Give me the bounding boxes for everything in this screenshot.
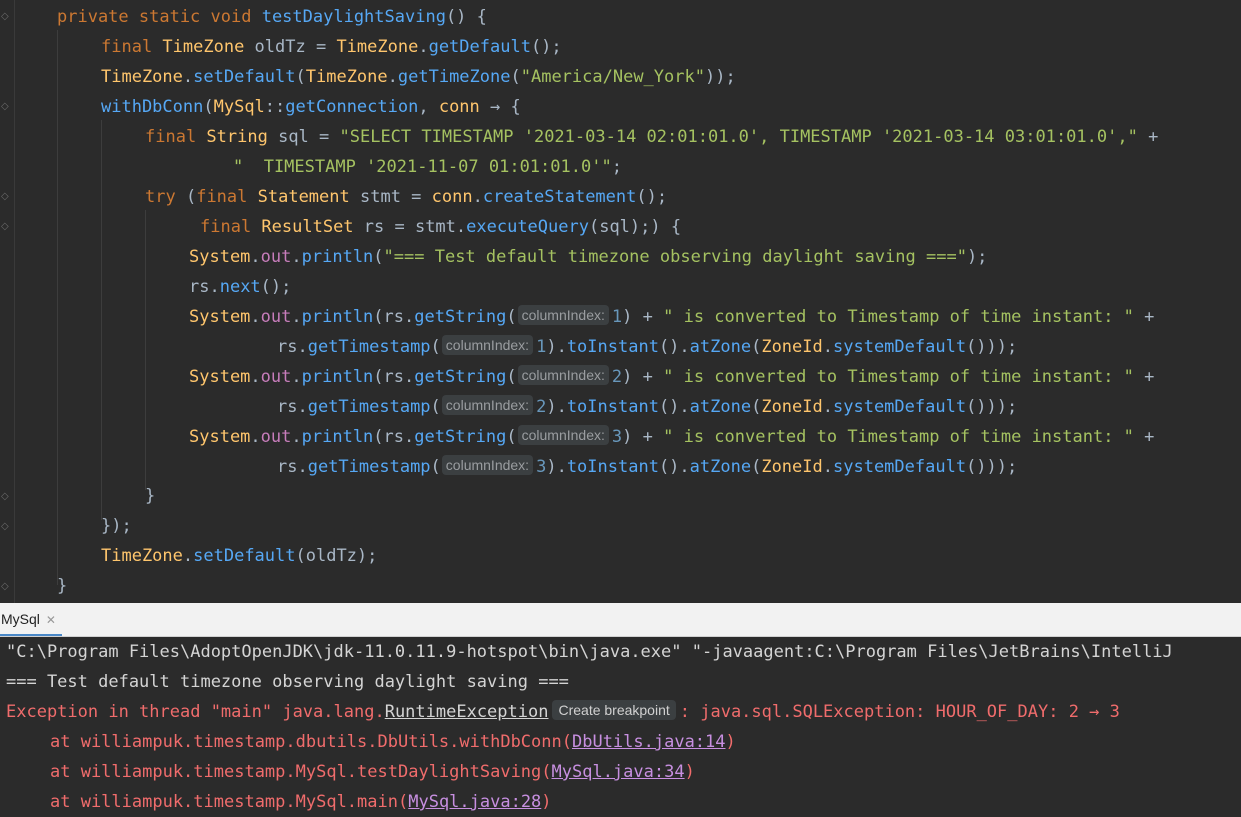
console-exception-line: Exception in thread "main" java.lang.Run… [6, 700, 1120, 722]
fold-icon[interactable]: ◇ [1, 192, 10, 202]
stack-trace-line: at williampuk.timestamp.MySql.testDaylig… [50, 762, 695, 782]
tab-label: MySql [1, 611, 40, 627]
fold-icon[interactable]: ◇ [1, 582, 10, 592]
code-line[interactable]: System.out.println(rs.getString(columnIn… [189, 422, 1154, 452]
code-line[interactable]: final String sql = "SELECT TIMESTAMP '20… [145, 122, 1158, 152]
code-line[interactable]: " TIMESTAMP '2021-11-07 01:01:01.0'"; [233, 152, 622, 182]
create-breakpoint-button[interactable]: Create breakpoint [552, 700, 676, 720]
exception-class-link[interactable]: RuntimeException [385, 702, 549, 722]
code-line[interactable]: rs.next(); [189, 272, 291, 302]
code-line[interactable]: TimeZone.setDefault(oldTz); [101, 541, 377, 571]
code-line[interactable]: rs.getTimestamp(columnIndex: 3).toInstant… [277, 452, 1017, 482]
parameter-hint: columnIndex: [441, 455, 534, 475]
parameter-hint: columnIndex: [517, 305, 609, 325]
code-line[interactable]: } [145, 481, 155, 511]
parameter-hint: columnIndex: [517, 365, 609, 385]
fold-icon[interactable]: ◇ [1, 522, 10, 532]
run-tool-tabbar: MySql ✕ [0, 603, 1241, 637]
code-line[interactable]: } [57, 571, 67, 601]
code-line[interactable]: rs.getTimestamp(columnIndex: 1).toInstant… [277, 332, 1017, 362]
close-icon[interactable]: ✕ [46, 613, 56, 627]
fold-icon[interactable]: ◇ [1, 102, 10, 112]
run-console[interactable]: "C:\Program Files\AdoptOpenJDK\jdk-11.0.… [0, 637, 1241, 817]
source-link[interactable]: DbUtils.java:14 [572, 732, 726, 752]
indent-guide [57, 30, 58, 585]
stack-trace-line: at williampuk.timestamp.dbutils.DbUtils.… [50, 732, 736, 752]
console-command-line: "C:\Program Files\AdoptOpenJDK\jdk-11.0.… [6, 642, 1173, 662]
parameter-hint: columnIndex: [517, 425, 609, 445]
code-line[interactable]: System.out.println(rs.getString(columnIn… [189, 362, 1154, 392]
code-line[interactable]: System.out.println("=== Test default tim… [189, 242, 987, 272]
fold-icon[interactable]: ◇ [1, 492, 10, 502]
stack-trace-line: at williampuk.timestamp.MySql.main(MySql… [50, 792, 552, 812]
indent-guide [101, 120, 102, 520]
code-line[interactable]: TimeZone.setDefault(TimeZone.getTimeZone… [101, 62, 736, 92]
code-line[interactable]: }); [101, 511, 132, 541]
code-line[interactable]: final TimeZone oldTz = TimeZone.getDefau… [101, 32, 562, 62]
editor-gutter[interactable]: ◇ ◇ ◇ ◇ ◇ ◇ ◇ [0, 0, 15, 603]
code-line[interactable]: private static void testDaylightSaving()… [57, 2, 487, 32]
code-line[interactable]: rs.getTimestamp(columnIndex: 2).toInstant… [277, 392, 1017, 422]
fold-icon[interactable]: ◇ [1, 12, 10, 22]
code-editor[interactable]: ◇ ◇ ◇ ◇ ◇ ◇ ◇ private static void testDa… [0, 0, 1241, 603]
tab-mysql[interactable]: MySql ✕ [0, 603, 62, 636]
code-line[interactable]: try (final Statement stmt = conn.createS… [145, 182, 667, 212]
code-line[interactable]: final ResultSet rs = stmt.executeQuery(s… [200, 212, 681, 242]
source-link[interactable]: MySql.java:28 [408, 792, 541, 812]
code-line[interactable]: withDbConn(MySql::getConnection, conn → … [101, 92, 521, 122]
parameter-hint: columnIndex: [441, 395, 534, 415]
code-line[interactable]: System.out.println(rs.getString(columnIn… [189, 302, 1154, 332]
fold-icon[interactable]: ◇ [1, 222, 10, 232]
parameter-hint: columnIndex: [441, 335, 534, 355]
source-link[interactable]: MySql.java:34 [552, 762, 685, 782]
console-output-line: === Test default timezone observing dayl… [6, 672, 569, 692]
indent-guide [145, 210, 146, 490]
